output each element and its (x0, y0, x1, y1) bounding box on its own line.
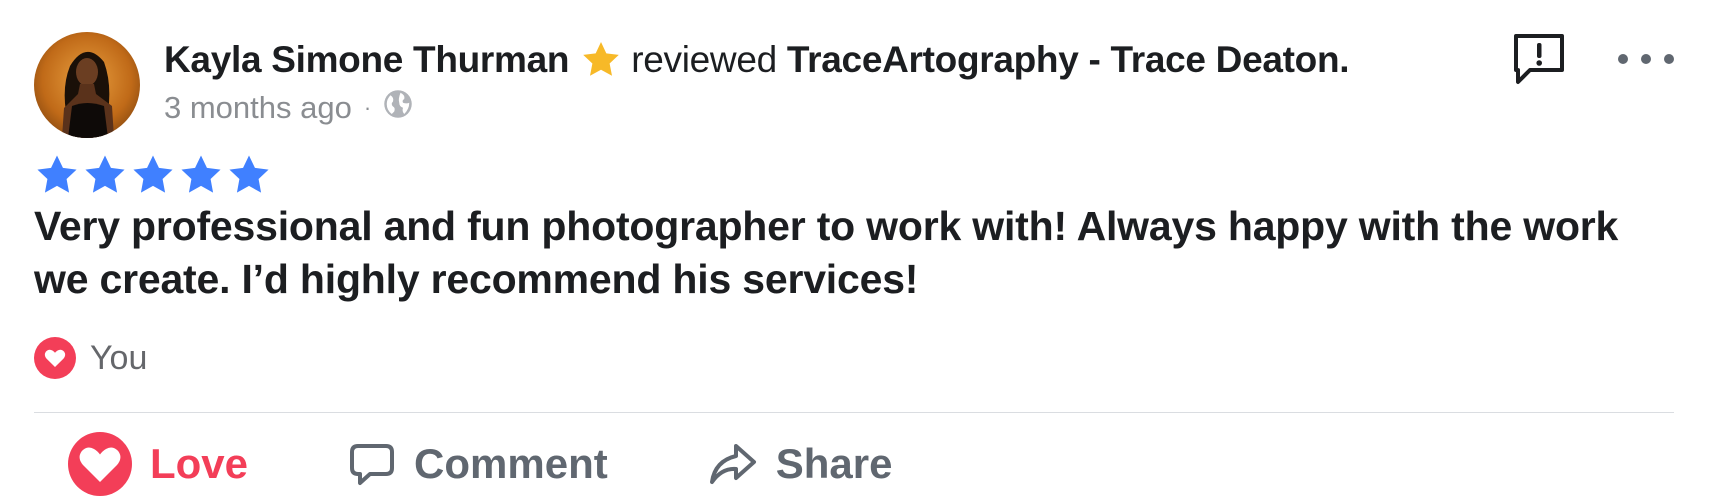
rating-star-icon (133, 155, 173, 193)
love-label: Love (150, 440, 249, 487)
post-meta: 3 months ago · (164, 88, 413, 128)
more-options-icon[interactable] (1618, 42, 1674, 76)
author-name[interactable]: Kayla Simone Thurman (164, 39, 570, 81)
heart-icon (34, 337, 76, 379)
comment-label: Comment (414, 440, 608, 487)
author-avatar[interactable] (34, 32, 140, 138)
reactions-label[interactable]: You (90, 339, 147, 378)
star-icon (579, 38, 623, 82)
rating-star-icon (181, 155, 221, 193)
love-heart-icon (68, 432, 132, 496)
post-header: Kayla Simone Thurman reviewed TraceArtog… (164, 32, 1350, 88)
globe-icon[interactable] (383, 89, 413, 127)
reactions-summary[interactable]: You (34, 335, 147, 381)
divider (34, 412, 1674, 413)
star-rating (34, 152, 272, 198)
reviewed-page-name[interactable]: TraceArtography - Trace Deaton. (787, 39, 1350, 81)
comment-icon (348, 440, 396, 488)
share-button[interactable]: Share (708, 440, 893, 488)
action-bar: Love Comment Share (68, 432, 992, 496)
report-icon[interactable] (1510, 30, 1568, 88)
review-text: Very professional and fun photographer t… (34, 203, 1619, 302)
action-text: reviewed (631, 39, 777, 80)
review-post-card: Kayla Simone Thurman reviewed TraceArtog… (0, 0, 1715, 503)
meta-separator: · (363, 95, 372, 120)
rating-star-icon (229, 155, 269, 193)
share-icon (708, 440, 758, 488)
rating-star-icon (37, 155, 77, 193)
rating-star-icon (85, 155, 125, 193)
love-button[interactable]: Love (68, 432, 248, 496)
share-label: Share (775, 440, 893, 487)
comment-button[interactable]: Comment (348, 440, 608, 488)
post-timestamp[interactable]: 3 months ago (164, 90, 352, 126)
